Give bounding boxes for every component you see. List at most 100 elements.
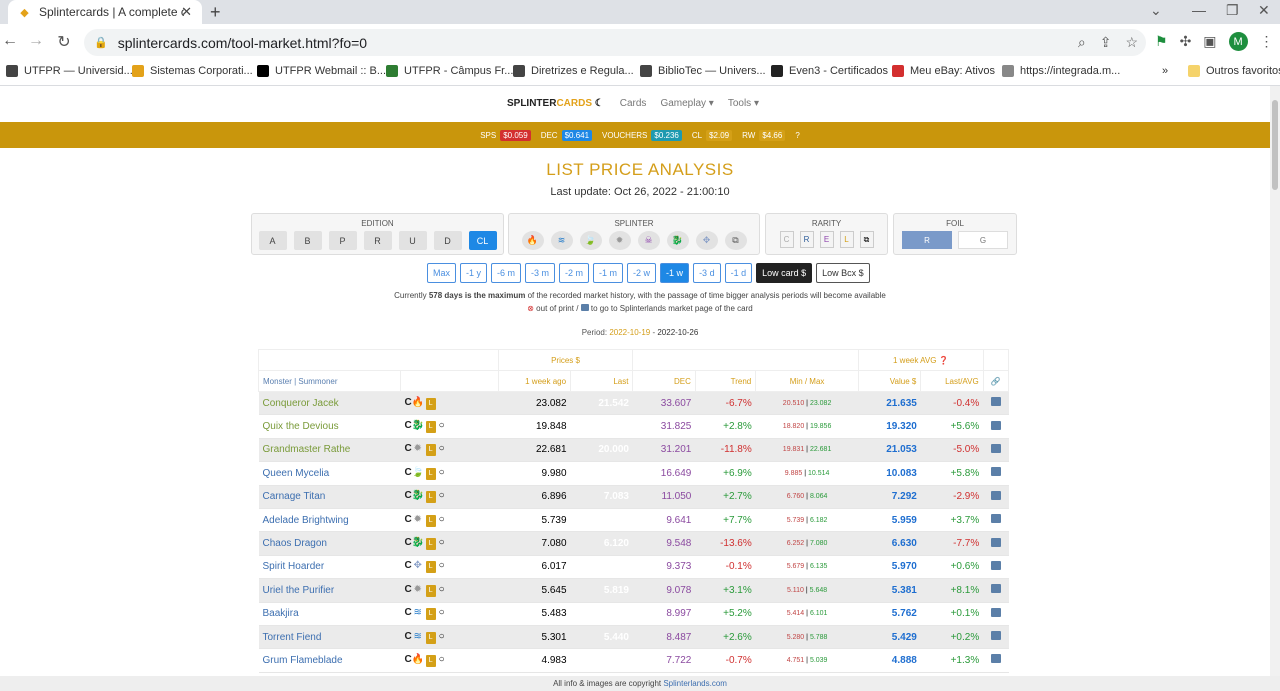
monster-name[interactable]: Grandmaster Rathe — [258, 438, 401, 463]
monster-name[interactable]: Spirit Hoarder — [258, 555, 401, 580]
menu-dots-icon[interactable]: ⋮ — [1260, 33, 1274, 50]
rarity-button[interactable]: C — [779, 231, 794, 248]
life-icon[interactable]: ✹ — [608, 231, 631, 250]
monster-name[interactable]: Queen Mycelia — [258, 461, 401, 486]
fire-icon[interactable]: 🔥 — [521, 231, 544, 250]
market-link[interactable] — [983, 555, 1009, 580]
edition-button[interactable]: U — [398, 231, 427, 250]
monster-name[interactable]: Uriel the Purifier — [258, 578, 401, 603]
edition-button[interactable]: D — [433, 231, 462, 250]
market-link-icon[interactable] — [990, 443, 1001, 453]
low-bcx-button[interactable]: Low Bcx $ — [816, 263, 870, 283]
rarity-all-icon[interactable]: ⧉ — [859, 231, 874, 248]
low-card-button[interactable]: Low card $ — [756, 263, 813, 283]
header-week-ago[interactable]: 1 week ago — [497, 370, 572, 392]
market-link[interactable] — [983, 461, 1009, 486]
nav-cards[interactable]: Cards — [620, 98, 647, 109]
header-value[interactable]: Value $ — [857, 370, 922, 392]
flag-extension-icon[interactable]: ⚑ — [1155, 33, 1168, 50]
period-button[interactable]: -1 d — [724, 263, 753, 283]
market-link-icon[interactable] — [990, 490, 1001, 500]
monster-name[interactable]: Conqueror Jacek — [258, 391, 401, 416]
death-icon[interactable]: ☠ — [637, 231, 660, 250]
market-link-icon[interactable] — [990, 584, 1001, 594]
table-row[interactable]: Adelade Brightwing C ✹ L ○ 5.739 6.180 9.641 +7.… — [258, 508, 1009, 533]
back-icon[interactable]: ← — [0, 32, 20, 50]
nav-tools[interactable]: Tools ▾ — [728, 98, 759, 109]
help-icon[interactable]: ❓ — [939, 356, 949, 365]
monster-name[interactable]: Grum Flameblade — [258, 648, 401, 673]
period-button[interactable]: -1 w — [660, 263, 690, 283]
market-link-icon[interactable] — [990, 420, 1001, 430]
browser-tab[interactable]: ◆ Splintercards | A complete comp ✕ — [8, 0, 202, 24]
header-minmax[interactable]: Min / Max — [755, 370, 859, 392]
header-dec[interactable]: DEC — [632, 370, 696, 392]
bookmark-item[interactable]: UTFPR — Universid... — [6, 65, 133, 77]
neutral-icon[interactable]: ✥ — [695, 231, 718, 250]
market-link-icon[interactable] — [990, 514, 1001, 524]
rarity-button[interactable]: L — [839, 231, 854, 248]
market-link-icon[interactable] — [990, 397, 1001, 407]
period-button[interactable]: -2 w — [627, 263, 657, 283]
bookmark-item[interactable]: UTFPR Webmail :: B... — [257, 65, 386, 77]
help-icon[interactable]: ? — [795, 131, 799, 140]
header-last[interactable]: Last — [570, 370, 634, 392]
bookmark-star-icon[interactable]: ☆ — [1125, 34, 1138, 51]
bookmark-item[interactable]: Meu eBay: Ativos — [892, 65, 995, 77]
market-link[interactable] — [983, 485, 1009, 509]
bookmark-item[interactable]: https://integrada.m... — [1002, 65, 1120, 77]
footer-link[interactable]: Splinterlands.com — [663, 679, 727, 688]
market-link[interactable] — [983, 648, 1009, 673]
monster-name[interactable]: Adelade Brightwing — [258, 508, 401, 533]
market-link[interactable] — [983, 531, 1009, 556]
table-row[interactable]: Quix the Devious C🐉 L ○ 19.848 20.400 31.825 +2… — [258, 414, 1009, 439]
edition-button[interactable]: P — [328, 231, 357, 250]
page-scrollbar[interactable] — [1270, 86, 1280, 676]
market-link-icon[interactable] — [990, 607, 1001, 617]
zoom-icon[interactable]: ⌕ — [1078, 34, 1086, 51]
side-panel-icon[interactable]: ▣ — [1203, 33, 1216, 50]
period-button[interactable]: -6 m — [491, 263, 522, 283]
period-button[interactable]: -1 m — [593, 263, 624, 283]
market-link-icon[interactable] — [990, 467, 1001, 477]
profile-avatar[interactable]: M — [1228, 32, 1248, 51]
header-last-avg[interactable]: Last/AVG — [920, 370, 984, 392]
header-monster[interactable]: Monster | Summoner — [258, 370, 401, 392]
bookmark-item[interactable]: UTFPR - Câmpus Fr... — [386, 65, 513, 77]
more-bookmarks-icon[interactable]: » — [1162, 65, 1168, 77]
new-tab-icon[interactable]: + — [210, 2, 221, 23]
edition-button[interactable]: A — [258, 231, 287, 250]
edition-button[interactable]: CL — [468, 231, 497, 250]
market-link-icon[interactable] — [990, 631, 1001, 641]
edition-button[interactable]: R — [363, 231, 392, 250]
edition-button[interactable]: B — [293, 231, 322, 250]
bookmark-item[interactable]: Even3 - Certificados — [771, 65, 888, 77]
bookmark-item[interactable]: Diretrizes e Regula... — [513, 65, 634, 77]
market-link[interactable] — [983, 508, 1009, 533]
table-row[interactable]: Baakjira C ≋ L ○ 5.483 5.767 8.997 +5.2% 5.414 | … — [258, 602, 1009, 626]
market-link-icon[interactable] — [990, 560, 1001, 570]
earth-icon[interactable]: 🍃 — [579, 231, 602, 250]
foil-button[interactable]: R — [902, 231, 952, 249]
all-icon[interactable]: ⧉ — [724, 231, 747, 250]
scrollbar-thumb[interactable] — [1272, 100, 1278, 190]
water-icon[interactable]: ≋ — [550, 231, 573, 250]
monster-name[interactable]: Quix the Devious — [258, 414, 401, 439]
dark-mode-icon[interactable]: ☾ — [595, 98, 604, 109]
table-row[interactable]: Chaos Dragon C🐉 L ○ 7.080 6.120 9.548 -13.6% 6.2… — [258, 531, 1009, 556]
period-button[interactable]: Max — [427, 263, 457, 283]
other-bookmarks[interactable]: Outros favoritos — [1188, 65, 1280, 77]
bookmark-item[interactable]: Sistemas Corporati... — [132, 65, 253, 77]
minimize-icon[interactable]: — — [1192, 2, 1206, 18]
dragon-icon[interactable]: 🐉 — [666, 231, 689, 250]
table-row[interactable]: Torrent Fiend C ≋ L ○ 5.301 5.440 8.487 +2.6% 5.2… — [258, 625, 1009, 650]
period-button[interactable]: -3 m — [525, 263, 556, 283]
market-link[interactable] — [983, 438, 1009, 463]
table-row[interactable]: Grandmaster Rathe C ✹ L ○ 22.681 20.000 31.201-… — [258, 438, 1009, 463]
market-link[interactable] — [983, 578, 1009, 603]
forward-icon[interactable]: → — [26, 32, 46, 50]
monster-name[interactable]: Torrent Fiend — [258, 625, 401, 650]
table-row[interactable]: Carnage Titan C🐉 L ○ 6.896 7.083 11.050 +2.7% 6.… — [258, 485, 1009, 509]
tab-search-icon[interactable]: ⌄ — [1150, 2, 1162, 19]
period-button[interactable]: -1 y — [460, 263, 488, 283]
